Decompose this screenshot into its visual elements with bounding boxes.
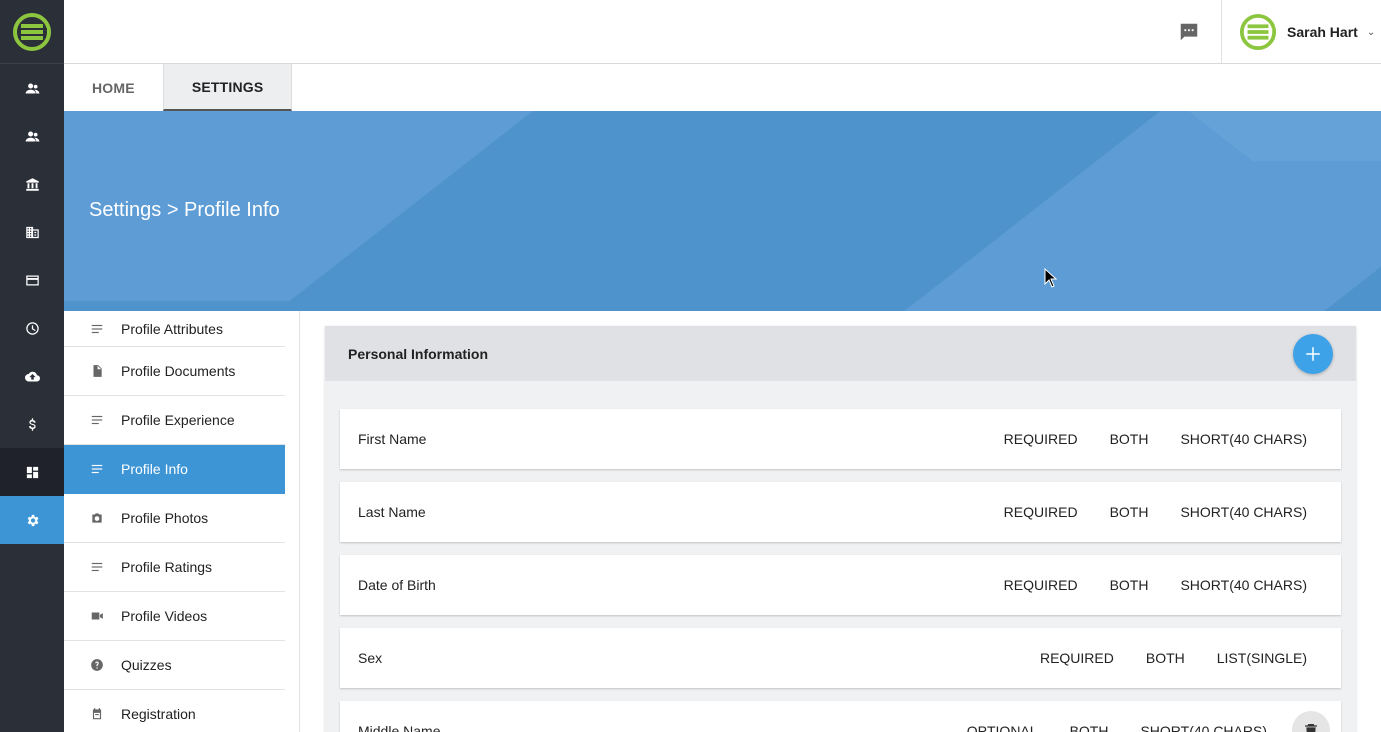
chat-icon xyxy=(1180,23,1198,41)
credit-card-icon xyxy=(25,275,39,285)
field-label: Sex xyxy=(358,650,383,666)
menu-item-label: Quizzes xyxy=(121,657,172,673)
bank-icon xyxy=(25,177,39,191)
list-icon xyxy=(91,324,103,333)
logo-icon xyxy=(13,12,51,51)
delete-field-button[interactable] xyxy=(1292,711,1330,732)
menu-item-profile-info[interactable]: Profile Info xyxy=(64,445,285,494)
main-content: Personal Information First Name REQUIRED… xyxy=(300,311,1381,732)
menu-item-quizzes[interactable]: Quizzes xyxy=(64,641,285,690)
rail-item-settings[interactable] xyxy=(0,496,64,544)
field-requirement: OPTIONAL xyxy=(966,723,1038,732)
field-row-date-of-birth[interactable]: Date of Birth REQUIRED BOTH SHORT(40 CHA… xyxy=(340,555,1341,615)
menu-item-profile-videos[interactable]: Profile Videos xyxy=(64,592,285,641)
field-label: Last Name xyxy=(358,504,426,520)
menu-item-profile-ratings[interactable]: Profile Ratings xyxy=(64,543,285,592)
field-type: SHORT(40 CHARS) xyxy=(1180,577,1307,593)
menu-item-label: Profile Photos xyxy=(121,510,209,526)
field-requirement: REQUIRED xyxy=(1003,504,1078,520)
list-icon xyxy=(91,415,103,425)
section-title: Personal Information xyxy=(348,345,489,362)
business-icon xyxy=(25,226,39,238)
personal-information-card: Personal Information First Name REQUIRED… xyxy=(325,326,1356,732)
field-label: Middle Name xyxy=(358,723,441,732)
field-audience: BOTH xyxy=(1109,431,1149,447)
field-audience: BOTH xyxy=(1109,577,1149,593)
field-label: First Name xyxy=(358,431,427,447)
menu-item-profile-documents[interactable]: Profile Documents xyxy=(64,347,285,396)
calendar-icon xyxy=(92,708,102,720)
breadcrumb: Settings > Profile Info xyxy=(89,199,280,221)
list-icon xyxy=(91,562,103,572)
menu-item-profile-experience[interactable]: Profile Experience xyxy=(64,396,285,445)
rail-item-history[interactable] xyxy=(0,304,64,352)
rail-item-business[interactable] xyxy=(0,208,64,256)
help-icon xyxy=(91,659,103,671)
field-type: SHORT(40 CHARS) xyxy=(1140,723,1267,732)
menu-item-profile-attributes[interactable]: Profile Attributes xyxy=(64,311,285,347)
avatar xyxy=(1239,13,1277,51)
menu-item-profile-photos[interactable]: Profile Photos xyxy=(64,494,285,543)
gear-icon xyxy=(27,514,38,526)
rail-item-groups[interactable] xyxy=(0,112,64,160)
chat-button[interactable] xyxy=(1178,21,1200,43)
user-menu[interactable]: Sarah Hart ⌄ xyxy=(1239,13,1375,51)
menu-item-label: Profile Attributes xyxy=(121,320,223,337)
mouse-cursor-icon xyxy=(1044,268,1058,288)
add-field-button[interactable] xyxy=(1293,334,1333,374)
page-banner: Settings > Profile Info xyxy=(64,111,1381,311)
clock-icon xyxy=(25,321,39,335)
field-requirement: REQUIRED xyxy=(1039,650,1114,666)
rail-item-bank[interactable] xyxy=(0,160,64,208)
field-row-sex[interactable]: Sex REQUIRED BOTH LIST(SINGLE) xyxy=(340,628,1341,688)
field-audience: BOTH xyxy=(1069,723,1109,732)
menu-item-label: Profile Ratings xyxy=(121,559,213,575)
user-name: Sarah Hart xyxy=(1287,24,1358,40)
field-label: Date of Birth xyxy=(358,577,436,593)
field-requirement: REQUIRED xyxy=(1003,431,1078,447)
video-icon xyxy=(91,612,103,620)
rail-item-upload[interactable] xyxy=(0,352,64,400)
people-icon xyxy=(25,83,39,93)
plus-icon xyxy=(1306,347,1320,361)
left-rail xyxy=(0,0,64,732)
field-row-first-name[interactable]: First Name REQUIRED BOTH SHORT(40 CHARS) xyxy=(340,409,1341,469)
section-header: Personal Information xyxy=(325,326,1356,381)
rail-item-billing[interactable] xyxy=(0,256,64,304)
menu-item-label: Registration xyxy=(121,706,196,722)
dollar-icon xyxy=(28,417,36,431)
menu-item-registration[interactable]: Registration xyxy=(64,690,285,732)
rail-item-people[interactable] xyxy=(0,64,64,112)
chevron-down-icon[interactable]: ⌄ xyxy=(1367,27,1375,38)
menu-item-label: Profile Documents xyxy=(121,363,236,379)
topbar-divider xyxy=(1221,0,1222,63)
dashboard-icon xyxy=(26,466,38,478)
field-type: SHORT(40 CHARS) xyxy=(1180,504,1307,520)
camera-icon xyxy=(92,513,102,523)
group-icon xyxy=(25,131,39,141)
tab-settings[interactable]: SETTINGS xyxy=(162,64,293,111)
list-icon xyxy=(91,464,103,474)
settings-menu: Profile Attributes Profile Documents Pro… xyxy=(64,311,300,732)
menu-item-label: Profile Videos xyxy=(121,608,208,624)
field-type: SHORT(40 CHARS) xyxy=(1180,431,1307,447)
field-audience: BOTH xyxy=(1145,650,1185,666)
field-audience: BOTH xyxy=(1109,504,1149,520)
field-row-middle-name[interactable]: Middle Name OPTIONAL BOTH SHORT(40 CHARS… xyxy=(340,701,1341,732)
field-requirement: REQUIRED xyxy=(1003,577,1078,593)
menu-item-label: Profile Experience xyxy=(121,412,235,428)
rail-item-payments[interactable] xyxy=(0,400,64,448)
document-icon xyxy=(93,365,102,377)
cloud-upload-icon xyxy=(24,371,40,381)
field-row-last-name[interactable]: Last Name REQUIRED BOTH SHORT(40 CHARS) xyxy=(340,482,1341,542)
rail-item-dashboard[interactable] xyxy=(0,448,64,496)
trash-icon xyxy=(1305,724,1317,732)
app-logo[interactable] xyxy=(0,0,64,64)
field-type: LIST(SINGLE) xyxy=(1216,650,1307,666)
menu-item-label: Profile Info xyxy=(121,461,188,477)
tab-bar: HOME SETTINGS xyxy=(64,64,1381,111)
tab-home[interactable]: HOME xyxy=(64,64,163,111)
top-bar: Sarah Hart ⌄ xyxy=(64,0,1381,64)
